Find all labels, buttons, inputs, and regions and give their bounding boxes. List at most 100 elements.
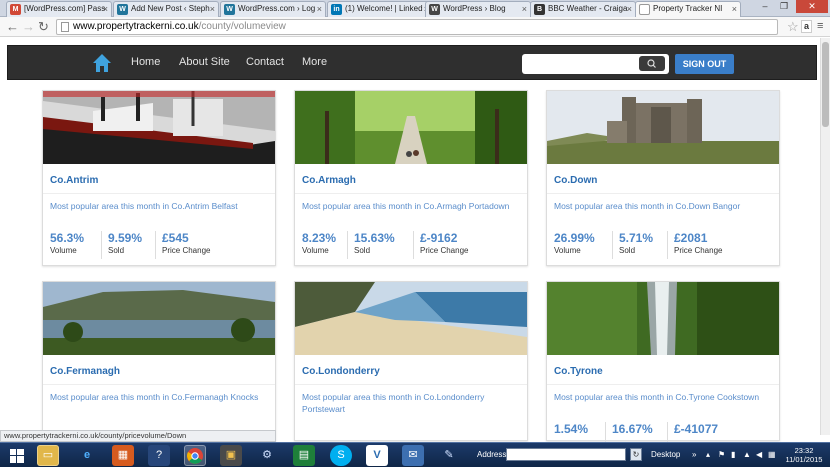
- taskbar-clock[interactable]: 23:32 11/01/2015: [780, 446, 828, 464]
- tab-label: Add New Post ‹ Steph: [131, 4, 210, 13]
- popular-area-text: Most popular area this month in Co.Antri…: [50, 201, 238, 211]
- search-button[interactable]: [639, 56, 665, 71]
- tray-overflow-icon[interactable]: »: [692, 450, 696, 459]
- taskbar-desktop-label[interactable]: Desktop: [651, 450, 680, 459]
- volume-label: Volume: [554, 246, 581, 255]
- nav-more-link[interactable]: More: [302, 56, 327, 68]
- volume-stat: 8.23% Volume: [302, 231, 336, 259]
- forward-arrow-icon[interactable]: →: [22, 19, 35, 34]
- chrome-icon[interactable]: [184, 445, 206, 466]
- help-icon[interactable]: ?: [148, 445, 170, 466]
- tray-chevron-icon[interactable]: ▴: [706, 450, 710, 459]
- amazon-extension-icon[interactable]: a: [801, 20, 812, 33]
- county-name[interactable]: Co.Tyrone: [554, 366, 603, 377]
- browser-tab[interactable]: in (1) Welcome! | Linked ×: [327, 1, 433, 17]
- tray-network-icon[interactable]: ▲: [743, 450, 751, 459]
- close-tab-icon[interactable]: ×: [627, 2, 632, 16]
- sold-label: Sold: [619, 246, 636, 255]
- bookmark-star-icon[interactable]: ☆: [787, 19, 799, 35]
- stats-row: 26.99% Volume 5.71% Sold £2081 Price Cha…: [547, 231, 779, 259]
- county-card-tyrone[interactable]: Co.Tyrone Most popular area this month i…: [546, 281, 780, 450]
- tab-label: [WordPress.com] Pass: [24, 4, 106, 13]
- internet-explorer-icon[interactable]: e: [76, 445, 98, 466]
- county-name[interactable]: Co.Antrim: [50, 175, 98, 186]
- county-card-down[interactable]: Co.Down Most popular area this month in …: [546, 90, 780, 266]
- reload-icon[interactable]: ↻: [38, 19, 49, 34]
- close-tab-icon[interactable]: ×: [210, 2, 215, 16]
- nav-contact-link[interactable]: Contact: [246, 56, 284, 68]
- nav-about-link[interactable]: About Site: [179, 56, 230, 68]
- browser-tab[interactable]: W Add New Post ‹ Steph ×: [113, 1, 219, 17]
- search-input[interactable]: [522, 54, 669, 74]
- browser-tab[interactable]: W WordPress.com › Log ×: [220, 1, 326, 17]
- wordpress-icon: W: [429, 4, 440, 15]
- sold-stat: 15.63% Sold: [347, 231, 395, 259]
- county-card-antrim[interactable]: Co.Antrim Most popular area this month i…: [42, 90, 276, 266]
- county-name[interactable]: Co.Down: [554, 175, 597, 186]
- site-navbar: Home About Site Contact More SIGN OUT: [7, 45, 817, 80]
- county-card-armagh[interactable]: Co.Armagh Most popular area this month i…: [294, 90, 528, 266]
- bbc-icon: B: [534, 4, 545, 15]
- browser-tab-active[interactable]: Property Tracker NI ×: [635, 1, 741, 18]
- close-tab-icon[interactable]: ×: [732, 2, 737, 16]
- close-tab-icon[interactable]: ×: [103, 2, 108, 16]
- sold-stat: 5.71% Sold: [612, 231, 653, 259]
- visio-icon[interactable]: V: [366, 445, 388, 466]
- county-name[interactable]: Co.Fermanagh: [50, 366, 120, 377]
- tray-keyboard-icon[interactable]: ▦: [768, 450, 776, 459]
- maximize-window-button[interactable]: ❐: [775, 0, 793, 13]
- browser-tab[interactable]: W WordPress › Blog ×: [425, 1, 531, 17]
- close-tab-icon[interactable]: ×: [522, 2, 527, 16]
- popular-area-text: Most popular area this month in Co.Ferma…: [50, 392, 259, 402]
- price-change-value: £-9162: [420, 231, 458, 245]
- media-app-icon[interactable]: ▣: [220, 445, 242, 466]
- county-card-fermanagh[interactable]: Co.Fermanagh Most popular area this mont…: [42, 281, 276, 441]
- stats-row: 8.23% Volume 15.63% Sold £-9162 Price Ch…: [295, 231, 527, 259]
- page-icon: [639, 4, 650, 15]
- address-bar[interactable]: www.propertytrackerni.co.uk/county/volum…: [56, 19, 778, 35]
- nav-home-link[interactable]: Home: [131, 56, 160, 68]
- file-explorer-icon[interactable]: ▭: [37, 445, 59, 466]
- price-change-label: Price Change: [162, 246, 211, 255]
- price-stat: £2081 Price Change: [667, 231, 722, 259]
- office-icon[interactable]: ▦: [112, 445, 134, 466]
- home-icon[interactable]: [92, 53, 112, 73]
- volume-value: 56.3%: [50, 231, 85, 245]
- network-app-icon[interactable]: ⚙: [256, 445, 278, 466]
- close-tab-icon[interactable]: ×: [317, 2, 322, 16]
- skype-icon[interactable]: S: [330, 445, 352, 466]
- back-arrow-icon[interactable]: ←: [6, 19, 19, 34]
- taskbar-address-go-icon[interactable]: ↻: [630, 448, 642, 461]
- county-card-londonderry[interactable]: Co.Londonderry Most popular area this mo…: [294, 281, 528, 441]
- minimize-window-button[interactable]: –: [756, 0, 774, 13]
- start-button[interactable]: [6, 445, 28, 466]
- browser-tab[interactable]: B BBC Weather - Craiga ×: [530, 1, 636, 17]
- windows-taskbar: ▭ e ▦ ? ▣ ⚙ ▤ S V ✉ ✎ Address ↻ Desktop …: [0, 442, 830, 467]
- popular-area-text: Most popular area this month in Co.Londo…: [302, 392, 485, 414]
- taskbar-address-input[interactable]: [506, 448, 626, 461]
- url-host: www.propertytrackerni.co.uk: [73, 21, 199, 32]
- volume-value: 8.23%: [302, 231, 337, 245]
- hamburger-menu-icon[interactable]: ≡: [817, 20, 823, 32]
- browser-tab[interactable]: M [WordPress.com] Pass ×: [6, 1, 112, 17]
- chrome-logo-icon: [187, 448, 203, 464]
- popular-area-text: Most popular area this month in Co.Tyron…: [554, 392, 760, 402]
- sold-value: 16.67%: [612, 422, 653, 436]
- county-name[interactable]: Co.Londonderry: [302, 366, 380, 377]
- close-window-button[interactable]: ✕: [796, 0, 828, 13]
- divider: [295, 384, 527, 385]
- scrollbar-thumb[interactable]: [822, 42, 829, 127]
- sign-out-button[interactable]: SIGN OUT: [675, 54, 734, 74]
- price-stat: £545 Price Change: [155, 231, 210, 259]
- tray-volume-icon[interactable]: ◀: [756, 450, 762, 459]
- county-name[interactable]: Co.Armagh: [302, 175, 356, 186]
- excel-icon[interactable]: ▤: [293, 445, 315, 466]
- tray-battery-icon[interactable]: ▮: [731, 450, 735, 459]
- status-bar-url: www.propertytrackerni.co.uk/county/price…: [0, 430, 276, 442]
- paint-icon[interactable]: ✎: [438, 445, 460, 466]
- tray-flag-icon[interactable]: ⚑: [718, 450, 725, 459]
- outlook-icon[interactable]: ✉: [402, 445, 424, 466]
- page-scrollbar[interactable]: [820, 38, 830, 435]
- divider: [295, 193, 527, 194]
- wordpress-icon: W: [224, 4, 235, 15]
